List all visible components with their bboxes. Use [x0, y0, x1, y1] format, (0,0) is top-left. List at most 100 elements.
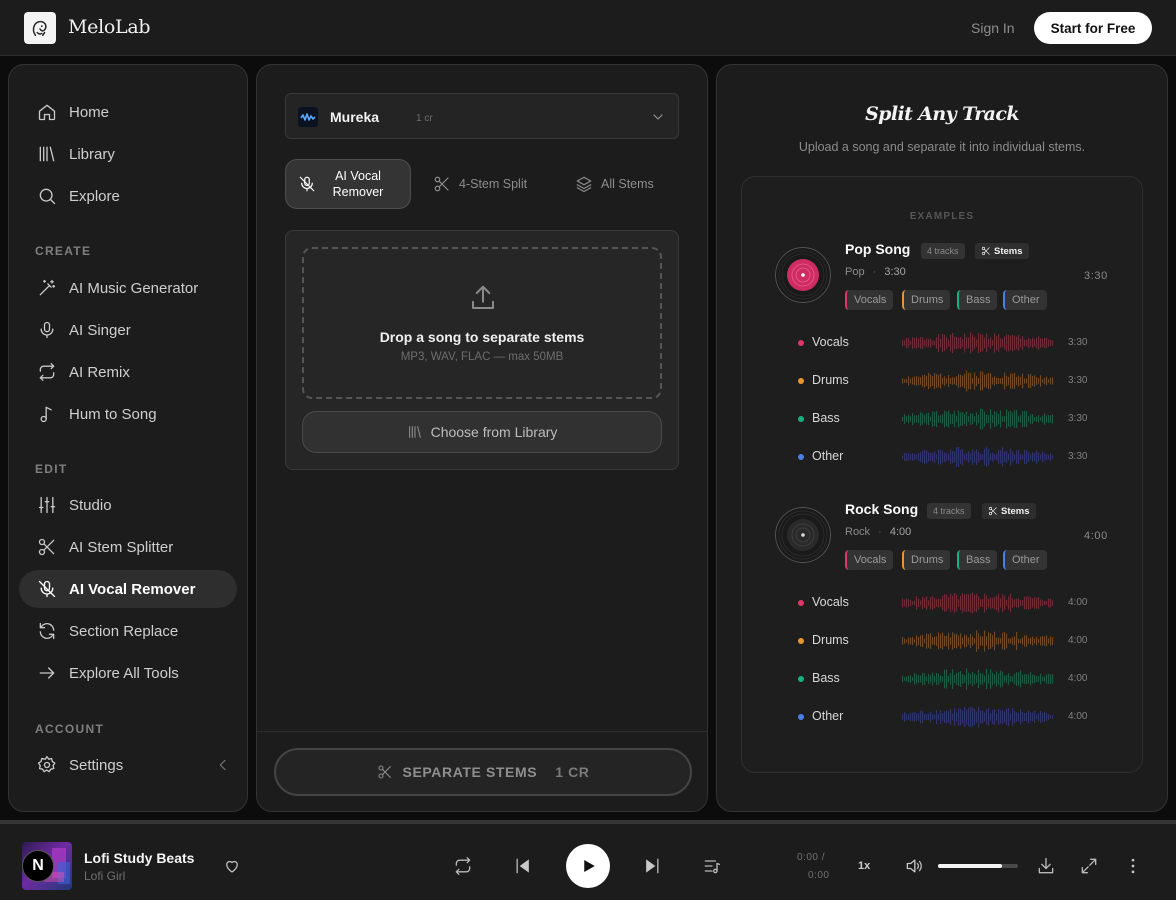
tab-label-line1: AI Vocal [335, 169, 381, 183]
stem-duration: 3:30 [1068, 375, 1088, 386]
sidebar-item-studio[interactable]: Studio [19, 486, 237, 524]
sidebar-item-library[interactable]: Library [19, 135, 237, 173]
sidebar-item-explore-all-tools[interactable]: Explore All Tools [19, 654, 237, 692]
sidebar-item-section-replace[interactable]: Section Replace [19, 612, 237, 650]
waveform [902, 370, 1054, 392]
queue-icon[interactable] [702, 856, 722, 876]
next-track-icon[interactable] [642, 856, 662, 876]
stem-chip-other[interactable]: Other [1003, 290, 1047, 310]
stem-color-dot [798, 600, 804, 606]
volume-icon[interactable] [904, 856, 924, 876]
stem-chip-vocals[interactable]: Vocals [845, 550, 894, 570]
play-button[interactable] [566, 844, 610, 888]
stem-chip-bass[interactable]: Bass [957, 550, 998, 570]
repeat-icon [39, 363, 55, 381]
sidebar-item-hum-to-song[interactable]: Hum to Song [19, 395, 237, 433]
player-bar: N Lofi Study Beats Lofi Girl 0:00 / 0:00… [0, 820, 1176, 900]
section-label-account: ACCOUNT [35, 722, 105, 736]
badge-label: Stems [1001, 505, 1030, 517]
sidebar-item-ai-stem-splitter[interactable]: AI Stem Splitter [19, 528, 237, 566]
tab-4-stem-split[interactable]: 4-Stem Split [433, 159, 549, 209]
sidebar-item-label: Settings [69, 756, 124, 774]
stem-row[interactable]: Vocals 4:00 [742, 591, 1144, 615]
sidebar-item-home[interactable]: Home [19, 93, 237, 131]
stem-color-dot [798, 676, 804, 682]
song-length: 3:30 [884, 266, 906, 278]
model-select[interactable]: Mureka 1 cr [285, 93, 679, 139]
stem-chip-bass[interactable]: Bass [957, 290, 998, 310]
sidebar-item-label: AI Music Generator [69, 279, 199, 297]
stem-row[interactable]: Other 4:00 [742, 705, 1144, 729]
previous-track-icon[interactable] [513, 856, 533, 876]
tab-ai-vocal-remover[interactable]: AI Vocal Remover [285, 159, 411, 209]
example-song[interactable]: Rock Song 4 tracks Stems Rock · 4:00 4:0… [742, 495, 1144, 735]
upload-icon [472, 285, 494, 309]
home-icon [38, 104, 56, 121]
stem-chip-other[interactable]: Other [1003, 550, 1047, 570]
layers-icon [576, 176, 592, 193]
waveform [902, 630, 1054, 652]
stem-row[interactable]: Vocals 3:30 [742, 331, 1144, 355]
sidebar-item-ai-singer[interactable]: AI Singer [19, 311, 237, 349]
tab-label: AI Vocal Remover [324, 168, 392, 200]
dropzone[interactable]: Drop a song to separate stems MP3, WAV, … [302, 247, 662, 399]
example-song[interactable]: Pop Song 4 tracks Stems Pop · 3:30 3:30 … [742, 235, 1144, 475]
stem-color-dot [798, 638, 804, 644]
more-options-icon[interactable] [1123, 856, 1143, 876]
track-artist[interactable]: Lofi Girl [84, 869, 125, 883]
refresh-icon [39, 622, 55, 640]
app-name[interactable]: MeloLab [68, 16, 151, 38]
examples-label: EXAMPLES [909, 211, 975, 222]
model-cost: 1 cr [416, 113, 433, 124]
sidebar-item-settings[interactable]: Settings [19, 746, 237, 784]
song-duration: 4:00 [1084, 530, 1108, 542]
start-free-button[interactable]: Start for Free [1034, 12, 1152, 44]
sidebar-item-ai-remix[interactable]: AI Remix [19, 353, 237, 391]
stem-chip-drums[interactable]: Drums [902, 550, 951, 570]
tab-all-stems[interactable]: All Stems [575, 159, 675, 209]
stem-name: Vocals [812, 595, 849, 609]
sidebar-item-label: Library [69, 145, 115, 163]
sidebar-item-label: AI Vocal Remover [69, 580, 196, 598]
melolab-logo-icon [32, 20, 47, 37]
sidebar-item-explore[interactable]: Explore [19, 177, 237, 215]
song-meta: Pop · 3:30 [845, 266, 906, 278]
download-icon[interactable] [1036, 856, 1056, 876]
waveform [902, 668, 1054, 690]
track-title[interactable]: Lofi Study Beats [84, 850, 194, 866]
separate-stems-button[interactable]: SEPARATE STEMS 1 CR [274, 748, 692, 796]
tool-footer: SEPARATE STEMS 1 CR [257, 731, 707, 811]
waveform [902, 332, 1054, 354]
expand-icon[interactable] [1079, 856, 1099, 876]
stem-name: Other [812, 449, 844, 463]
tracks-badge: 4 tracks [927, 503, 971, 519]
chevron-down-icon [653, 114, 663, 120]
choose-from-library-button[interactable]: Choose from Library [302, 411, 662, 453]
stem-chip-vocals[interactable]: Vocals [845, 290, 894, 310]
sidebar-item-ai-music-generator[interactable]: AI Music Generator [19, 269, 237, 307]
app-logo[interactable] [24, 12, 56, 44]
current-time: 0:00 / [797, 852, 826, 863]
song-duration: 3:30 [1084, 270, 1108, 282]
stem-row[interactable]: Bass 3:30 [742, 407, 1144, 431]
stem-row[interactable]: Bass 4:00 [742, 667, 1144, 691]
stem-name: Drums [812, 633, 849, 647]
playback-speed[interactable]: 1x [858, 860, 870, 872]
song-title: Pop Song [845, 241, 911, 257]
stem-chip-drums[interactable]: Drums [902, 290, 951, 310]
sign-in-link[interactable]: Sign In [971, 20, 1015, 36]
collapse-sidebar-icon[interactable] [215, 757, 231, 773]
stem-row[interactable]: Drums 3:30 [742, 369, 1144, 393]
stem-color-dot [798, 378, 804, 384]
track-cover[interactable]: N [22, 842, 72, 890]
song-genre: Rock [845, 526, 871, 538]
repeat-icon[interactable] [453, 856, 473, 876]
button-label: Choose from Library [430, 424, 558, 440]
volume-slider[interactable] [938, 864, 1018, 868]
sidebar-item-label: AI Remix [69, 363, 130, 381]
stem-duration: 3:30 [1068, 451, 1088, 462]
stem-row[interactable]: Drums 4:00 [742, 629, 1144, 653]
stem-row[interactable]: Other 3:30 [742, 445, 1144, 469]
sidebar-item-ai-vocal-remover[interactable]: AI Vocal Remover [19, 570, 237, 608]
heart-icon[interactable] [223, 857, 241, 875]
